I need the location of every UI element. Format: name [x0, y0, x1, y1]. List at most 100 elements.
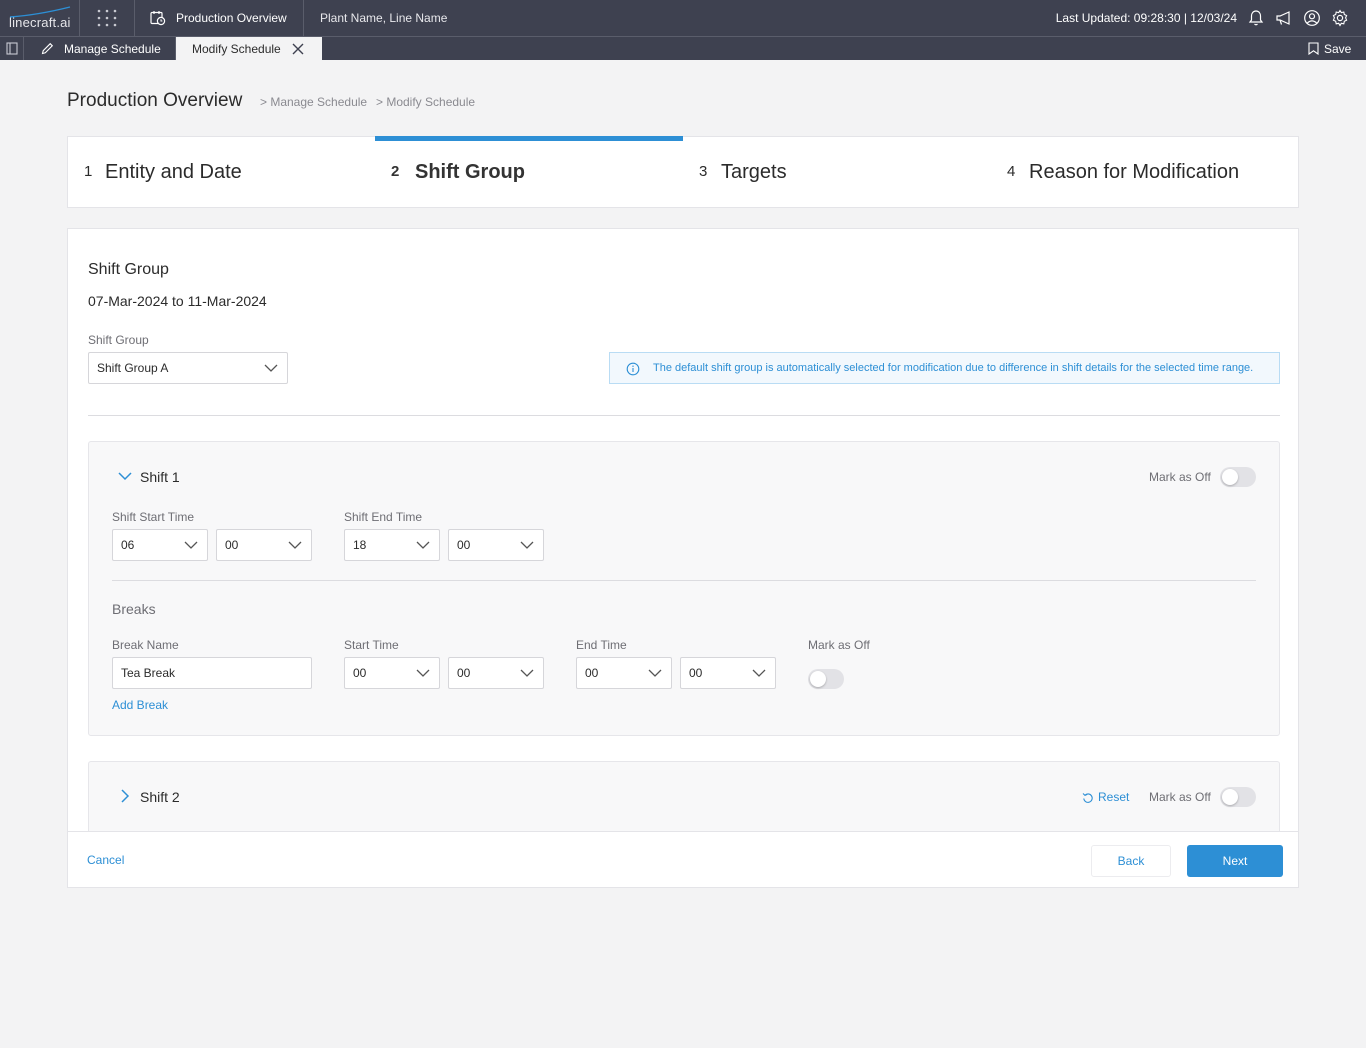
shift-start-label: Shift Start Time: [112, 510, 195, 524]
gear-icon[interactable]: [1331, 9, 1349, 27]
break-end-minute-select[interactable]: 00: [680, 657, 776, 689]
module-name: Production Overview: [176, 11, 287, 25]
date-range: 07-Mar-2024 to 11-Mar-2024: [88, 293, 267, 309]
sidebar-toggle[interactable]: [0, 37, 24, 60]
cancel-button[interactable]: Cancel: [87, 853, 124, 867]
shift-start-hour-select[interactable]: 06: [112, 529, 208, 561]
info-banner: The default shift group is automatically…: [609, 352, 1280, 384]
breadcrumb-modify-schedule[interactable]: > Modify Schedule: [376, 95, 475, 109]
chevron-down-icon[interactable]: [118, 471, 132, 481]
plant-line-selector[interactable]: Plant Name, Line Name: [320, 11, 447, 25]
breaks-title: Breaks: [112, 601, 156, 617]
shift-end-hour-select[interactable]: 18: [344, 529, 440, 561]
chevron-right-icon[interactable]: [120, 789, 130, 803]
step-reason-for-modification[interactable]: 4 Reason for Modification: [991, 137, 1299, 207]
next-button[interactable]: Next: [1187, 845, 1283, 877]
shift-2-mark-off-toggle[interactable]: [1220, 787, 1256, 807]
page-icon: [6, 42, 18, 55]
megaphone-icon[interactable]: [1275, 9, 1293, 27]
save-button[interactable]: Save: [1308, 37, 1358, 60]
section-title: Shift Group: [88, 261, 169, 278]
break-end-hour: 00: [585, 666, 599, 680]
shift-1-panel: Shift 1 Mark as Off Shift Start Time 06 …: [88, 441, 1280, 736]
tab-bar: Manage Schedule Modify Schedule Save: [0, 36, 1366, 61]
shift-1-mark-off-toggle[interactable]: [1220, 467, 1256, 487]
stepper: 1 Entity and Date 2 Shift Group 3 Target…: [67, 136, 1299, 208]
shift-start-hour: 06: [121, 538, 135, 552]
last-updated-text: Last Updated: 09:28:30 | 12/03/24: [1055, 11, 1237, 25]
step-number: 1: [84, 163, 93, 180]
break-end-minute: 00: [689, 666, 703, 680]
shift-start-minute-select[interactable]: 00: [216, 529, 312, 561]
break-start-label: Start Time: [344, 638, 399, 652]
tab-manage-schedule-label: Manage Schedule: [64, 42, 161, 56]
step-label: Targets: [721, 161, 787, 183]
shift-1-title[interactable]: Shift 1: [140, 469, 180, 485]
break-end-hour-select[interactable]: 00: [576, 657, 672, 689]
shift-end-label: Shift End Time: [344, 510, 423, 524]
app-launcher-button[interactable]: [80, 0, 135, 36]
step-label: Reason for Modification: [1029, 161, 1240, 183]
break-mark-off-toggle[interactable]: [808, 669, 844, 689]
tab-modify-schedule-label: Modify Schedule: [192, 42, 281, 56]
module-selector[interactable]: Production Overview: [135, 0, 304, 36]
info-icon: [626, 362, 640, 376]
bell-icon[interactable]: [1248, 9, 1264, 27]
chevron-down-icon: [264, 364, 278, 372]
shift-group-label: Shift Group: [88, 333, 149, 347]
shift-2-panel: Shift 2 Reset Mark as Off: [88, 761, 1280, 831]
shift-group-select[interactable]: Shift Group A: [88, 352, 288, 384]
break-start-minute: 00: [457, 666, 471, 680]
tab-modify-schedule[interactable]: Modify Schedule: [176, 37, 322, 61]
calendar-clock-icon: [150, 11, 166, 26]
chevron-down-icon: [520, 541, 534, 549]
break-name-input[interactable]: [113, 658, 311, 688]
divider: [88, 415, 1280, 416]
pencil-icon: [41, 42, 54, 55]
shift-start-minute: 00: [225, 538, 239, 552]
user-icon[interactable]: [1303, 9, 1321, 27]
logo-text: linecraft.ai: [9, 15, 71, 30]
break-name-label: Break Name: [112, 638, 179, 652]
form-footer: Cancel Back Next: [68, 831, 1298, 887]
chevron-down-icon: [416, 669, 430, 677]
step-shift-group[interactable]: 2 Shift Group: [375, 137, 683, 207]
tab-manage-schedule[interactable]: Manage Schedule: [24, 37, 176, 60]
page-title: Production Overview: [67, 90, 243, 111]
app-logo[interactable]: linecraft.ai: [0, 0, 80, 36]
grid-icon: [97, 9, 117, 27]
step-entity-and-date[interactable]: 1 Entity and Date: [68, 137, 375, 207]
divider: [112, 580, 1256, 581]
toggle-knob: [810, 671, 826, 687]
bookmark-icon: [1308, 42, 1319, 55]
step-number: 2: [391, 163, 400, 180]
shift-group-value: Shift Group A: [97, 361, 169, 375]
shift-2-title[interactable]: Shift 2: [140, 789, 180, 805]
step-targets[interactable]: 3 Targets: [683, 137, 991, 207]
step-number: 3: [699, 163, 708, 180]
close-icon[interactable]: [291, 42, 305, 56]
save-label: Save: [1324, 42, 1352, 56]
toggle-knob: [1222, 469, 1238, 485]
chevron-down-icon: [288, 541, 302, 549]
add-break-link[interactable]: Add Break: [112, 698, 168, 712]
break-start-hour: 00: [353, 666, 367, 680]
info-text: The default shift group is automatically…: [653, 362, 1254, 374]
break-start-hour-select[interactable]: 00: [344, 657, 440, 689]
shift-1-mark-off-label: Mark as Off: [1149, 470, 1211, 484]
chevron-down-icon: [184, 541, 198, 549]
shift-end-hour: 18: [353, 538, 367, 552]
break-name-field[interactable]: [112, 657, 312, 689]
reset-icon: [1082, 793, 1093, 803]
chevron-down-icon: [520, 669, 534, 677]
chevron-down-icon: [416, 541, 430, 549]
shift-2-mark-off-label: Mark as Off: [1149, 790, 1211, 804]
shift-end-minute-select[interactable]: 00: [448, 529, 544, 561]
step-number: 4: [1007, 163, 1016, 180]
shift-2-reset-button[interactable]: Reset: [1082, 790, 1142, 806]
break-start-minute-select[interactable]: 00: [448, 657, 544, 689]
break-mark-off-label: Mark as Off: [808, 638, 870, 652]
back-button[interactable]: Back: [1091, 845, 1171, 877]
breadcrumb-manage-schedule[interactable]: > Manage Schedule: [260, 95, 367, 109]
chevron-down-icon: [752, 669, 766, 677]
